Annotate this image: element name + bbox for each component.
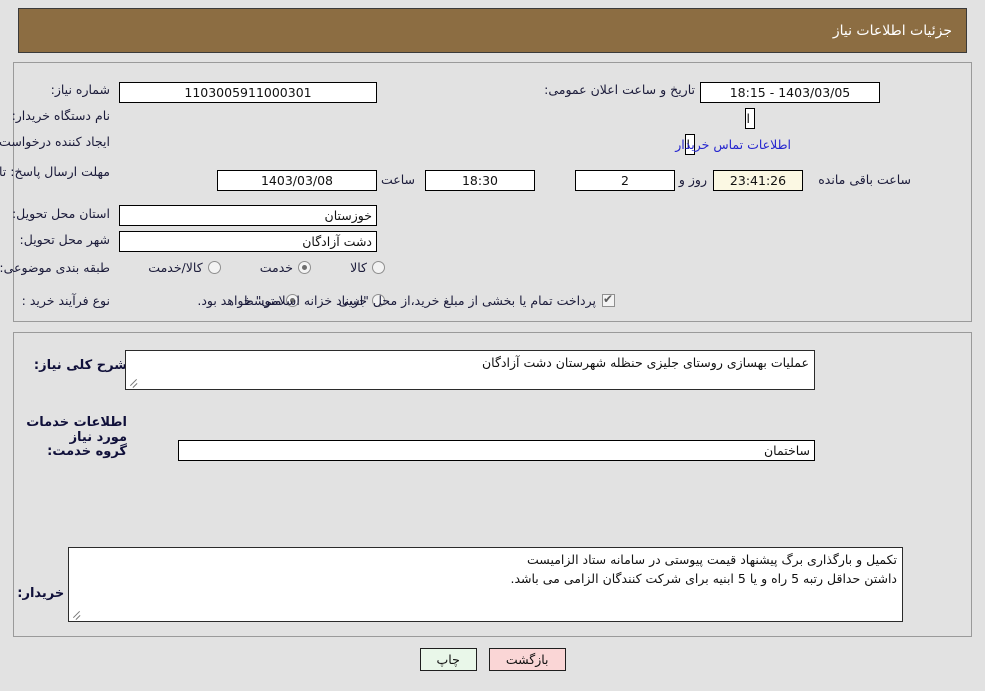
subject-category-label: طبقه بندی موضوعی:: [0, 260, 110, 275]
deadline-label: مهلت ارسال پاسخ: تا تاریخ:: [0, 164, 110, 179]
buyer-org-label: نام دستگاه خریدار:: [11, 108, 110, 123]
buyer-notes-box[interactable]: تکمیل و بارگذاری برگ پیشنهاد قیمت پیوستی…: [68, 547, 903, 622]
radio-subject-kala[interactable]: کالا: [350, 260, 385, 275]
purchase-process-label: نوع فرآیند خرید :: [21, 293, 110, 308]
footer-actions: بازگشت چاپ: [0, 648, 985, 671]
delivery-province-value: خوزستان: [119, 205, 377, 226]
treasury-bond-option[interactable]: پرداخت تمام یا بخشی از مبلغ خرید،از محل …: [197, 292, 615, 308]
announce-datetime-label: تاریخ و ساعت اعلان عمومی:: [544, 82, 695, 97]
resize-grip-icon[interactable]: [128, 376, 140, 388]
radio-subject-khedmat[interactable]: خدمت: [259, 260, 312, 275]
general-description-box[interactable]: عملیات بهسازی روستای جلیزی حنظله شهرستان…: [125, 350, 815, 390]
buyer-notes-line-1: تکمیل و بارگذاری برگ پیشنهاد قیمت پیوستی…: [527, 552, 897, 567]
deadline-time-label: ساعت: [380, 172, 415, 187]
page-title: جزئیات اطلاعات نیاز: [832, 22, 952, 39]
radio-label: کالا: [350, 260, 367, 275]
delivery-city-value: دشت آزادگان: [119, 231, 377, 252]
radio-icon[interactable]: [207, 261, 221, 274]
radio-icon[interactable]: [372, 261, 385, 274]
deadline-remaining-label: ساعت باقی مانده: [818, 172, 911, 187]
announce-datetime-value: 1403/03/05 - 18:15: [700, 82, 880, 103]
buyer-notes-line-2: داشتن حداقل رتبه 5 راه و یا 5 ابنیه برای…: [510, 571, 897, 586]
resize-grip-icon[interactable]: [71, 608, 83, 620]
print-button[interactable]: چاپ: [419, 648, 477, 671]
subject-category-group: کالا خدمت کالا/خدمت: [114, 259, 385, 278]
buyer-contact-link[interactable]: اطلاعات تماس خریدار: [675, 137, 791, 152]
delivery-city-label: شهر محل تحویل:: [19, 232, 110, 247]
radio-icon-selected[interactable]: [298, 261, 312, 274]
radio-label: خدمت: [259, 260, 294, 275]
service-group-value: ساختمان: [178, 440, 815, 461]
general-description-label: شرح کلی نیاز:: [33, 358, 127, 373]
radio-subject-kala-khedmat[interactable]: کالا/خدمت: [148, 260, 221, 275]
checkbox-icon-checked[interactable]: [602, 292, 615, 307]
treasury-bond-text: پرداخت تمام یا بخشی از مبلغ خرید،از محل …: [197, 293, 596, 308]
general-description-value: عملیات بهسازی روستای جلیزی حنظله شهرستان…: [482, 355, 809, 370]
need-number-value: 1103005911000301: [119, 82, 377, 103]
deadline-countdown-value: 23:41:26: [713, 170, 803, 191]
deadline-date-value: 1403/03/08: [217, 170, 377, 191]
deadline-time-value: 18:30: [425, 170, 535, 191]
deadline-days-label: روز و: [678, 172, 707, 187]
deadline-days-value: 2: [575, 170, 675, 191]
page-header: جزئیات اطلاعات نیاز: [18, 8, 967, 53]
need-number-label: شماره نیاز:: [50, 82, 110, 97]
services-info-title: اطلاعات خدمات مورد نیاز: [26, 415, 127, 445]
request-creator-label: ایجاد کننده درخواست:: [0, 134, 110, 149]
back-button[interactable]: بازگشت: [488, 648, 566, 671]
radio-label: کالا/خدمت: [148, 260, 203, 275]
page-root: AriaTender.net جزئیات اطلاعات نیاز شماره…: [0, 0, 985, 691]
buyer-org-value: اداره کل بنیاد مسکن انقلاب اسلامی استان …: [745, 108, 755, 129]
service-group-label: گروه خدمت:: [47, 444, 127, 459]
delivery-province-label: استان محل تحویل:: [11, 206, 110, 221]
